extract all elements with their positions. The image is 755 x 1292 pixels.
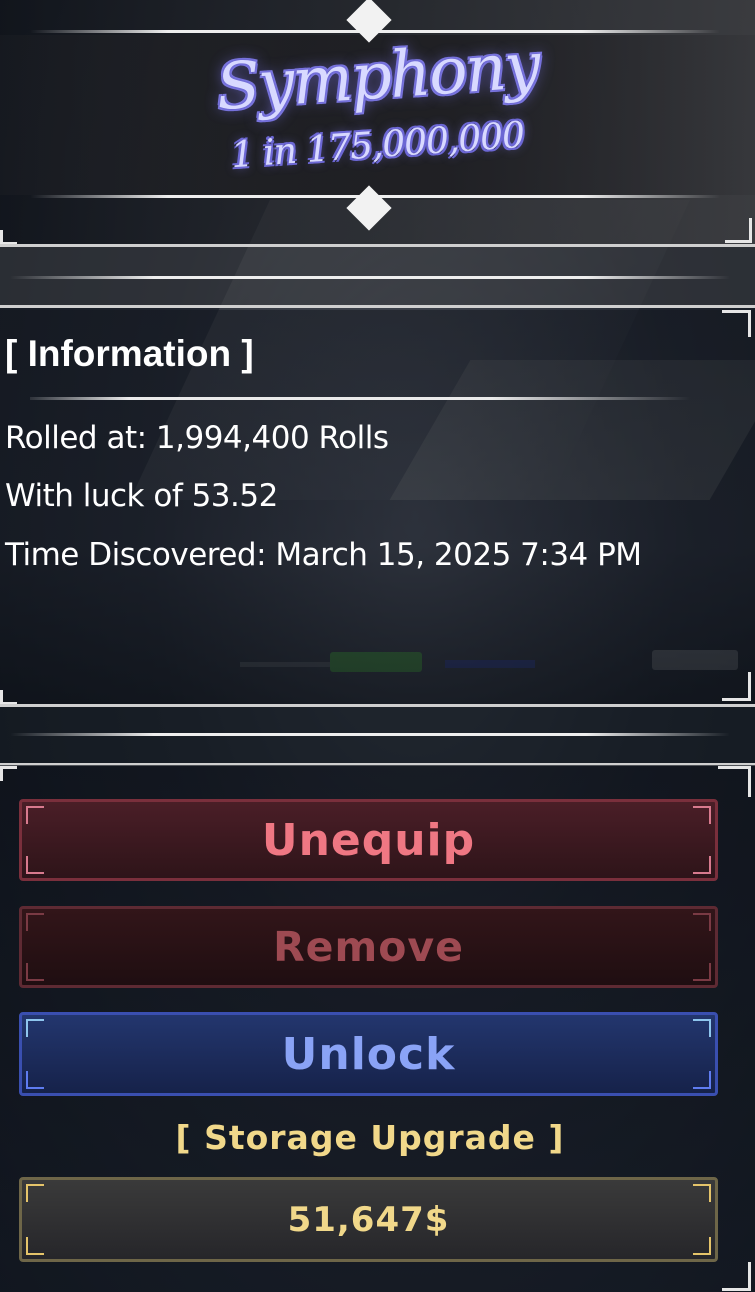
- information-rule: [30, 397, 690, 400]
- button-corner: [26, 806, 44, 824]
- button-corner: [26, 1237, 44, 1255]
- button-corner: [693, 913, 711, 931]
- remove-button[interactable]: Remove: [19, 906, 718, 988]
- corner-bracket: [0, 766, 17, 781]
- rolled-at-text: Rolled at: 1,994,400 Rolls: [5, 420, 389, 456]
- remove-label: Remove: [273, 923, 464, 971]
- button-corner: [693, 856, 711, 874]
- button-corner: [26, 856, 44, 874]
- button-corner: [693, 806, 711, 824]
- button-corner: [693, 1019, 711, 1037]
- corner-bracket: [722, 672, 751, 701]
- unlock-label: Unlock: [281, 1028, 456, 1080]
- button-corner: [693, 1184, 711, 1202]
- button-corner: [26, 1184, 44, 1202]
- unequip-label: Unequip: [261, 814, 476, 866]
- button-corner: [693, 963, 711, 981]
- separator-rule: [10, 733, 730, 736]
- luck-text: With luck of 53.52: [5, 478, 278, 514]
- unlock-button[interactable]: Unlock: [19, 1012, 718, 1096]
- corner-bracket: [0, 690, 17, 705]
- corner-bracket: [722, 310, 751, 337]
- corner-bracket: [718, 766, 751, 797]
- time-discovered-text: Time Discovered: March 15, 2025 7:34 PM: [5, 537, 642, 573]
- storage-upgrade-label: [ Storage Upgrade ]: [175, 1118, 565, 1157]
- corner-bracket: [722, 1262, 751, 1291]
- corner-bracket: [0, 230, 17, 245]
- button-corner: [26, 913, 44, 931]
- information-heading: [ Information ]: [5, 333, 254, 374]
- button-corner: [26, 963, 44, 981]
- button-corner: [26, 1019, 44, 1037]
- unequip-button[interactable]: Unequip: [19, 799, 718, 881]
- button-corner: [693, 1071, 711, 1089]
- separator-rule: [10, 276, 730, 279]
- button-corner: [693, 1237, 711, 1255]
- storage-upgrade-price: 51,647$: [287, 1199, 450, 1240]
- corner-bracket: [725, 218, 752, 243]
- panel-rule: [0, 305, 755, 308]
- button-corner: [26, 1071, 44, 1089]
- storage-upgrade-button[interactable]: 51,647$: [19, 1177, 718, 1262]
